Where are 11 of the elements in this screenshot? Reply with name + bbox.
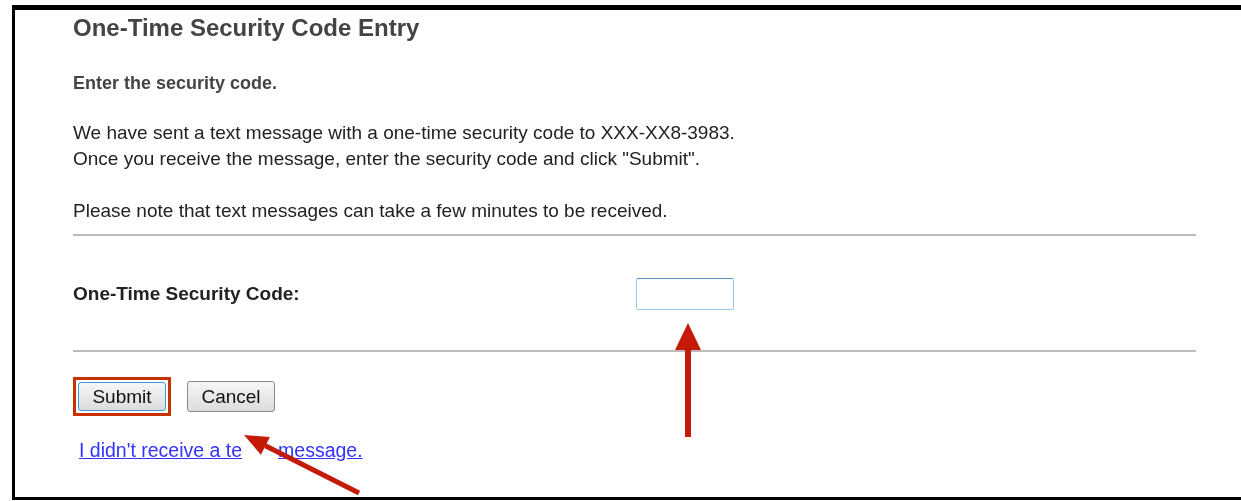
instruction-heading: Enter the security code. [73, 72, 279, 94]
field-label: One-Time Security Code: [73, 283, 301, 305]
message-text: We have sent a text message with a one-time security code to XXX-XX8-3983. [73, 121, 736, 145]
security-code-field[interactable] [636, 278, 734, 310]
cancel-button[interactable]: Cancel [187, 381, 275, 412]
submit-button[interactable]: Submit [78, 382, 166, 411]
no-message-link[interactable]: message. [278, 439, 363, 461]
message-text: Once you receive the message, enter the security code and click "Submit". [73, 147, 702, 171]
note-text: Please note that text messages can take a few minutes to be received. [73, 199, 669, 223]
page-title: One-Time Security Code Entry [73, 14, 421, 42]
no-message-link[interactable]: I didn't receive a te [79, 439, 243, 461]
